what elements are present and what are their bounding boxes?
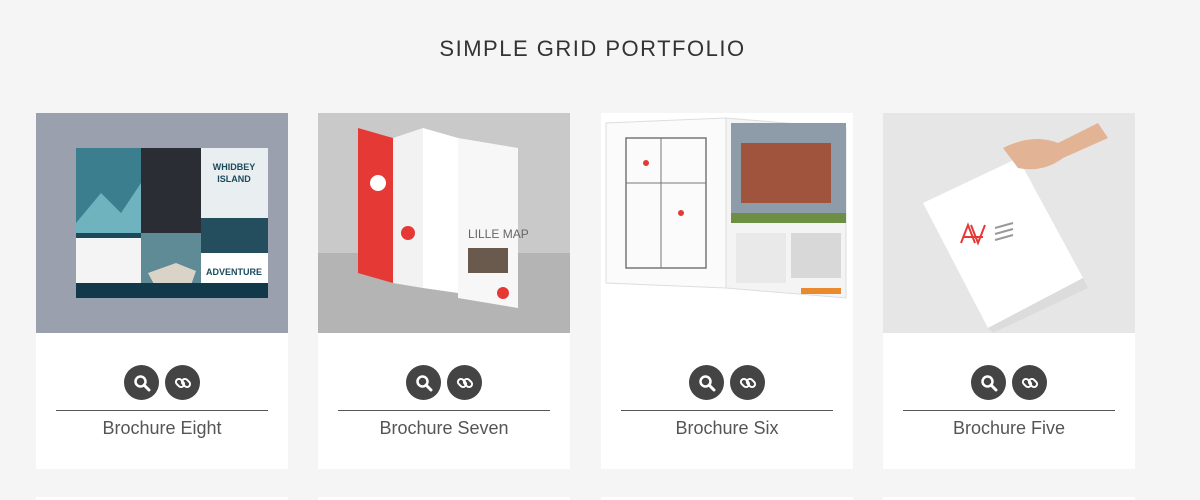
link-icon	[174, 377, 191, 388]
card-divider	[56, 410, 268, 411]
brochure-five-thumbnail[interactable]	[883, 113, 1135, 333]
brochure-eight-thumbnail[interactable]: WHIDBEY ISLAND ADVENTURE	[36, 113, 288, 333]
card-title[interactable]: Brochure Six	[601, 418, 853, 439]
link-icon	[739, 377, 756, 388]
card-title[interactable]: Brochure Eight	[36, 418, 288, 439]
brochure-six-thumbnail[interactable]	[601, 113, 853, 333]
card-actions	[883, 365, 1135, 400]
page-title: SIMPLE GRID PORTFOLIO	[439, 36, 746, 61]
zoom-button[interactable]	[124, 365, 159, 400]
link-button[interactable]	[165, 365, 200, 400]
magnifier-icon	[698, 374, 715, 391]
link-icon	[1021, 377, 1038, 388]
brochure-seven-thumbnail[interactable]: LILLE MAP	[318, 113, 570, 333]
thumb-title-line2: ISLAND	[217, 174, 251, 184]
card-divider	[338, 410, 550, 411]
thumb-title-line1: WHIDBEY	[213, 162, 256, 172]
zoom-button[interactable]	[971, 365, 1006, 400]
card-actions	[318, 365, 570, 400]
link-icon	[456, 377, 473, 388]
card-title[interactable]: Brochure Seven	[318, 418, 570, 439]
portfolio-card: LILLE MAP Brochure Seven	[318, 113, 570, 469]
portfolio-card: Brochure Five	[883, 113, 1135, 469]
link-button[interactable]	[730, 365, 765, 400]
card-divider	[621, 410, 833, 411]
card-title[interactable]: Brochure Five	[883, 418, 1135, 439]
magnifier-icon	[415, 374, 432, 391]
magnifier-icon	[133, 374, 150, 391]
zoom-button[interactable]	[406, 365, 441, 400]
link-button[interactable]	[447, 365, 482, 400]
thumb-cta: ADVENTURE	[206, 267, 262, 277]
thumb-map-label: LILLE MAP	[468, 227, 529, 241]
card-divider	[903, 410, 1115, 411]
magnifier-icon	[980, 374, 997, 391]
card-actions	[36, 365, 288, 400]
portfolio-card: WHIDBEY ISLAND ADVENTURE Brochure Eight	[36, 113, 288, 469]
portfolio-card: Brochure Six	[601, 113, 853, 469]
card-actions	[601, 365, 853, 400]
zoom-button[interactable]	[689, 365, 724, 400]
link-button[interactable]	[1012, 365, 1047, 400]
